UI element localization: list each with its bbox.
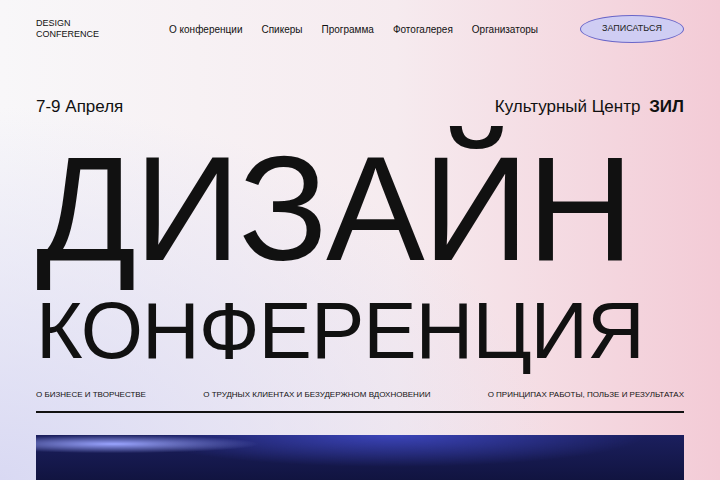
nav: О конференции Спикеры Программа Фотогалерея…: [169, 22, 538, 37]
logo-line: DESIGN: [36, 18, 99, 29]
title-line-2: КОНФЕРЕНЦИЯ: [36, 293, 684, 369]
landing-page: DESIGNCONFERENCE О конференции Спикеры Прог…: [0, 0, 720, 480]
divider: [36, 411, 684, 413]
header: DESIGNCONFERENCE О конференции Спикеры Прог…: [36, 0, 684, 56]
title-line-1: ДИЗАЙН: [36, 142, 684, 275]
signup-button[interactable]: ЗАПИСАТЬСЯ: [580, 15, 684, 43]
tagline: О ТРУДНЫХ КЛИЕНТАХ И БЕЗУДЕРЖНОМ ВДОХНОВ…: [203, 389, 430, 401]
nav-item[interactable]: Организаторы: [472, 22, 538, 37]
title: ДИЗАЙН КОНФЕРЕНЦИЯ: [36, 142, 684, 369]
nav-item[interactable]: Программа: [322, 22, 374, 37]
event-venue: Культурный Центр ЗИЛ: [495, 94, 684, 120]
taglines: О БИЗНЕСЕ И ТВОРЧЕСТВЕ О ТРУДНЫХ КЛИЕНТАХ…: [36, 389, 684, 401]
nav-item[interactable]: О конференции: [169, 22, 242, 37]
venue-bold: ЗИЛ: [649, 97, 684, 116]
hero-photo: [36, 435, 684, 480]
logo-line: CONFERENCE: [36, 29, 99, 40]
nav-item[interactable]: Спикеры: [261, 22, 302, 37]
tagline: О БИЗНЕСЕ И ТВОРЧЕСТВЕ: [36, 389, 146, 401]
event-date: 7-9 Апреля: [36, 94, 123, 120]
nav-item[interactable]: Фотогалерея: [393, 22, 453, 37]
event-info: 7-9 Апреля Культурный Центр ЗИЛ: [36, 94, 684, 120]
tagline: О ПРИНЦИПАХ РАБОТЫ, ПОЛЬЗЕ И РЕЗУЛЬТАТАХ: [488, 389, 684, 401]
logo[interactable]: DESIGNCONFERENCE: [36, 18, 99, 40]
